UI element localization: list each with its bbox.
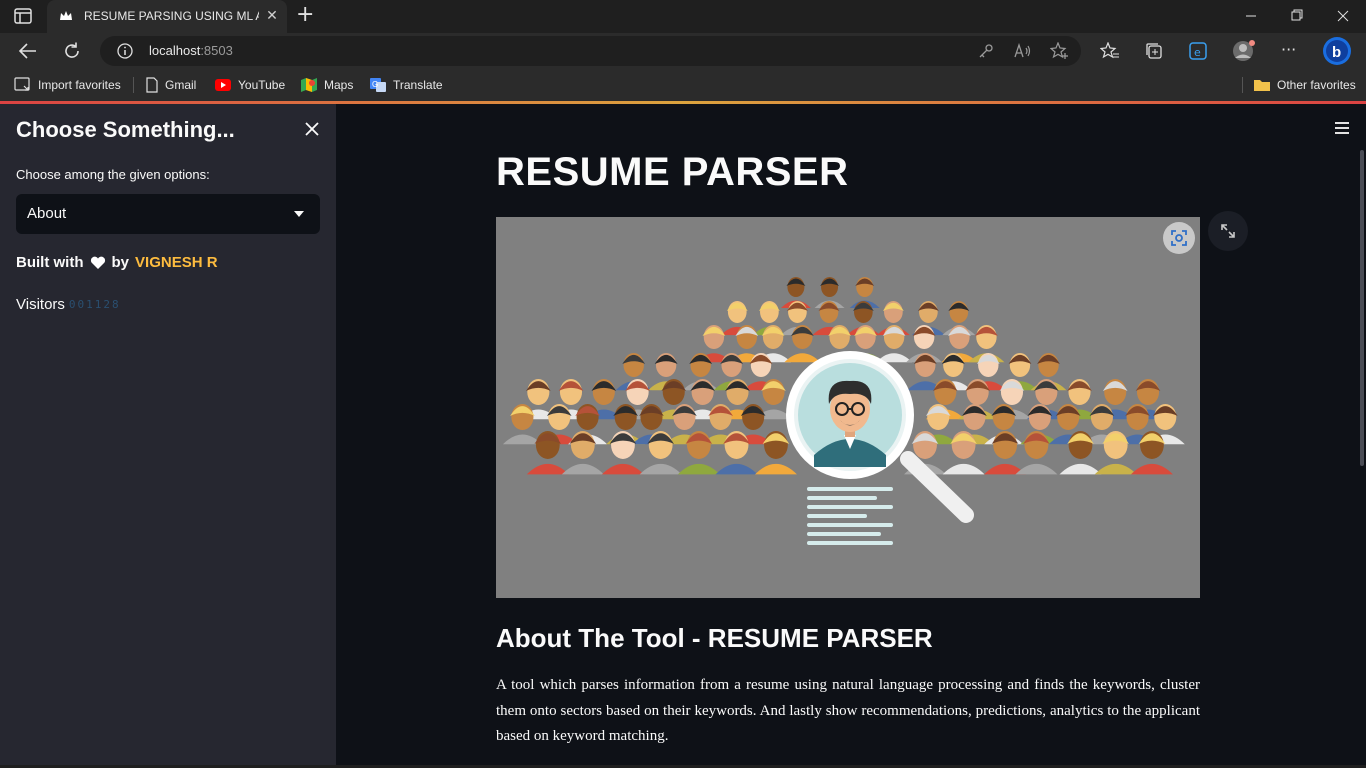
section-heading: About The Tool - RESUME PARSER [496, 623, 933, 653]
crowd-person-body [1059, 463, 1102, 475]
visitors-count: 001128 [68, 298, 121, 311]
visitors-counter: Visitors 001128 [16, 296, 121, 313]
crowd-person-body [1094, 463, 1137, 475]
address-bar[interactable]: localhost:8503 [100, 36, 1081, 66]
maps-icon [301, 78, 317, 92]
built-with-credit: Built with by VIGNESH R [16, 254, 218, 271]
favorites-icon[interactable] [1100, 42, 1120, 60]
add-favorite-icon[interactable] [1050, 42, 1070, 60]
minimize-icon[interactable] [1228, 0, 1274, 33]
bing-copilot-icon[interactable]: b [1322, 36, 1352, 66]
translate-icon: G [370, 78, 386, 92]
chevron-down-icon [294, 211, 304, 217]
page-scrollbar[interactable] [1360, 150, 1364, 466]
bookmark-translate[interactable]: G Translate [369, 75, 443, 95]
refresh-icon[interactable] [62, 41, 82, 61]
site-info-icon[interactable] [117, 43, 133, 59]
bookmark-divider [133, 77, 134, 93]
url-text[interactable]: localhost:8503 [149, 43, 233, 58]
crowd-person-body [561, 463, 604, 475]
tab-title: RESUME PARSING USING ML AN [84, 9, 259, 23]
bookmark-youtube[interactable]: YouTube [214, 75, 285, 95]
bookmark-gmail[interactable]: Gmail [145, 75, 196, 95]
settings-more-icon[interactable]: ··· [1281, 40, 1296, 59]
close-window-icon[interactable] [1320, 0, 1366, 33]
close-sidebar-icon[interactable] [303, 120, 321, 138]
crowd-person-body [526, 463, 569, 475]
crowd-person-body [942, 463, 985, 475]
tab-actions-icon[interactable] [14, 8, 32, 24]
svg-text:G: G [372, 80, 378, 89]
page-title: RESUME PARSER [496, 150, 849, 194]
new-tab-button[interactable]: + [296, 4, 314, 26]
bookmark-import-favorites[interactable]: Import favorites [14, 75, 121, 95]
svg-text:e: e [1194, 46, 1201, 59]
tool-description: A tool which parses information from a r… [496, 677, 1200, 744]
select-value: About [27, 205, 67, 222]
folder-icon [1254, 80, 1270, 91]
crowd-person-body [1015, 463, 1058, 475]
import-icon [14, 77, 30, 91]
crowd-person-body [601, 463, 644, 475]
hamburger-menu-icon[interactable] [1334, 121, 1350, 135]
page-icon [146, 77, 158, 93]
bookmark-divider [1242, 77, 1243, 93]
crowd-person-body [754, 463, 797, 475]
heart-icon [90, 256, 105, 269]
youtube-icon [215, 79, 231, 91]
image-scan-button[interactable] [1163, 222, 1195, 254]
edge-extension-icon[interactable]: e [1188, 41, 1208, 61]
svg-text:b: b [1332, 44, 1341, 61]
bookmark-other-favorites[interactable]: Other favorites [1253, 75, 1356, 95]
streamlit-crown-icon [60, 11, 72, 20]
restore-icon[interactable] [1274, 0, 1320, 33]
crowd-person-body [639, 463, 682, 475]
fullscreen-button[interactable] [1208, 211, 1248, 251]
bookmarks-bar: Import favorites Gmail YouTube Maps G Tr… [0, 69, 1366, 101]
tab-close-icon[interactable]: ✕ [264, 8, 280, 24]
resume-search-illustration [502, 277, 1185, 545]
crowd-person-body [1130, 463, 1173, 475]
key-icon[interactable] [978, 43, 994, 59]
expand-icon [1221, 224, 1235, 238]
options-select[interactable]: About [16, 194, 320, 234]
browser-tab-active[interactable]: RESUME PARSING USING ML AN ✕ [47, 0, 287, 33]
bookmark-maps[interactable]: Maps [300, 75, 353, 95]
crowd-person-body [715, 463, 758, 475]
crowd-person-body [677, 463, 720, 475]
back-icon[interactable] [18, 42, 38, 60]
profile-avatar-icon[interactable] [1232, 39, 1256, 63]
hero-image [496, 217, 1200, 598]
visual-search-icon [1171, 230, 1187, 246]
select-label: Choose among the given options: [16, 167, 210, 182]
sidebar-title: Choose Something... [16, 117, 235, 142]
read-aloud-icon[interactable] [1014, 43, 1032, 59]
browser-tab-bar: RESUME PARSING USING ML AN ✕ + [0, 0, 1366, 33]
collections-icon[interactable] [1144, 41, 1164, 61]
author-link[interactable]: VIGNESH R [135, 254, 218, 271]
crowd-person-body [784, 353, 821, 363]
